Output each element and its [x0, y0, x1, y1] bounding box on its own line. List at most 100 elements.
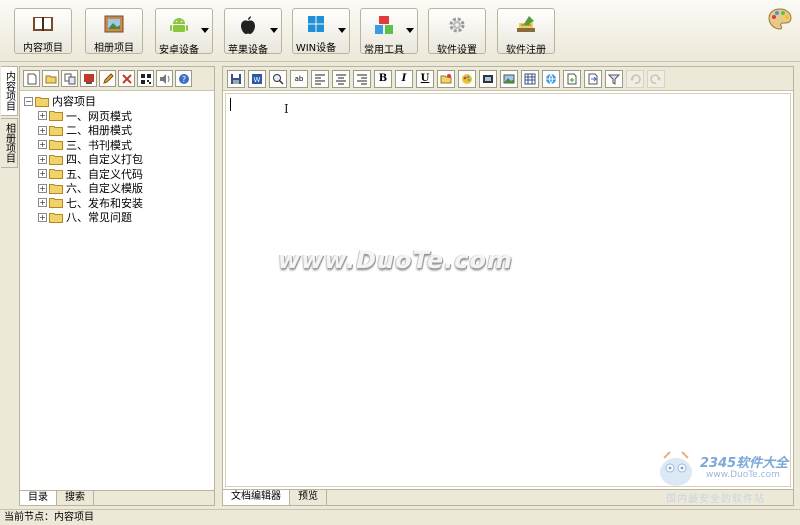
export-icon[interactable] [584, 69, 602, 88]
gear-icon [446, 15, 468, 35]
ibeam-cursor-icon: I [284, 102, 289, 116]
tab-directory[interactable]: 目录 [20, 491, 57, 505]
tree-item[interactable]: + 四、自定义打包 [24, 152, 210, 167]
editor-toolbar: W ab B I U [223, 67, 793, 91]
color-icon[interactable] [458, 69, 476, 88]
folder-icon [49, 169, 63, 180]
windows-icon [305, 15, 327, 33]
side-tab-album-project[interactable]: 相册项目 [1, 118, 18, 168]
folder-icon [49, 125, 63, 136]
sound-icon[interactable] [156, 70, 173, 87]
new-file-icon[interactable] [23, 70, 40, 87]
italic-button[interactable]: I [395, 69, 413, 88]
tree-root[interactable]: − 内容项目 [24, 94, 210, 109]
expand-icon[interactable]: + [38, 111, 47, 121]
common-tools-button[interactable]: 常用工具 [360, 8, 418, 56]
side-tab-content-project[interactable]: 内容项目 [1, 66, 18, 116]
tools-icon[interactable] [118, 70, 135, 87]
bold-button[interactable]: B [374, 69, 392, 88]
save-icon[interactable] [227, 69, 245, 88]
project-tree: − 内容项目 + 一、网页模式 + 二、相册模式 + 三、书刊模式 + 四、自定… [24, 94, 210, 225]
content-project-button[interactable]: 内容项目 [14, 8, 72, 54]
web-icon[interactable] [542, 69, 560, 88]
tree-item[interactable]: + 二、相册模式 [24, 123, 210, 138]
expand-icon[interactable]: + [38, 154, 47, 164]
expand-icon[interactable]: + [38, 198, 47, 208]
status-text: 当前节点：内容项目 [4, 512, 94, 523]
open-folder-icon[interactable] [42, 70, 59, 87]
register-icon [515, 15, 537, 35]
underline-button[interactable]: U [416, 69, 434, 88]
tree-item[interactable]: + 一、网页模式 [24, 109, 210, 124]
dropdown-arrow-icon[interactable] [270, 28, 278, 33]
align-left-icon[interactable] [311, 69, 329, 88]
svg-text:W: W [254, 76, 261, 84]
redo-icon[interactable] [647, 69, 665, 88]
expand-icon[interactable]: + [38, 125, 47, 135]
project-tree-panel: ? − 内容项目 + 一、网页模式 + 二、相册模式 + 三、书刊模式 + 四、… [19, 66, 215, 506]
software-register-button[interactable]: 软件注册 [497, 8, 555, 56]
tree-item[interactable]: + 五、自定义代码 [24, 167, 210, 182]
text-caret [230, 98, 231, 111]
word-doc-icon[interactable]: W [248, 69, 266, 88]
tab-preview[interactable]: 预览 [290, 490, 327, 505]
dropdown-arrow-icon[interactable] [201, 28, 209, 33]
filter-icon[interactable] [605, 69, 623, 88]
folder-icon [49, 140, 63, 151]
import-icon[interactable] [80, 70, 97, 87]
main-toolbar: 内容项目 相册项目 安卓设备 苹果设备 WIN设备 常用工具 软件设置 软件注册 [0, 0, 800, 62]
expand-icon[interactable]: + [38, 169, 47, 179]
mascot-icon [660, 451, 692, 486]
tab-search[interactable]: 搜索 [57, 491, 94, 505]
folder-icon [49, 183, 63, 194]
software-settings-button[interactable]: 软件设置 [428, 8, 486, 56]
logo-url: www.DuoTe.com [706, 470, 780, 480]
skin-palette-icon[interactable] [768, 8, 792, 30]
qr-code-icon[interactable] [137, 70, 154, 87]
image-icon[interactable] [500, 69, 518, 88]
undo-icon[interactable] [626, 69, 644, 88]
logo-slogan: 国内最安全的软件站 [666, 494, 765, 505]
tree-item[interactable]: + 六、自定义模版 [24, 181, 210, 196]
tab-document-editor[interactable]: 文档编辑器 [223, 490, 290, 505]
tree-item[interactable]: + 三、书刊模式 [24, 138, 210, 153]
dropdown-arrow-icon[interactable] [338, 28, 346, 33]
insert-file-icon[interactable] [563, 69, 581, 88]
align-right-icon[interactable] [353, 69, 371, 88]
document-editor-area[interactable]: I www.DuoTe.com [225, 93, 791, 487]
expand-icon[interactable]: + [38, 212, 47, 222]
android-device-button[interactable]: 安卓设备 [155, 8, 213, 56]
copy-icon[interactable] [61, 70, 78, 87]
document-editor-panel: W ab B I U I www.DuoTe.com 文档编辑器 预览 [222, 66, 794, 506]
book-icon [32, 15, 54, 33]
film-icon[interactable] [479, 69, 497, 88]
logo-brand: 2345软件大全 [700, 456, 789, 471]
tree-tab-strip: 目录 搜索 [20, 490, 214, 505]
help-icon[interactable]: ? [175, 70, 192, 87]
svg-text:?: ? [181, 75, 185, 84]
folder-icon [35, 96, 49, 107]
status-bar: 当前节点：内容项目 [0, 509, 800, 525]
win-device-button[interactable]: WIN设备 [292, 8, 350, 54]
insert-folder-icon[interactable] [437, 69, 455, 88]
tree-item-label: 八、常见问题 [66, 211, 132, 225]
blocks-icon [373, 15, 395, 35]
folder-icon [49, 154, 63, 165]
expand-icon[interactable]: + [38, 140, 47, 150]
spell-check-icon[interactable]: ab [290, 69, 308, 88]
find-icon[interactable] [269, 69, 287, 88]
apple-device-button[interactable]: 苹果设备 [224, 8, 282, 56]
album-project-button[interactable]: 相册项目 [85, 8, 143, 54]
tree-item[interactable]: + 八、常见问题 [24, 210, 210, 225]
collapse-icon[interactable]: − [24, 96, 33, 106]
edit-icon[interactable] [99, 70, 116, 87]
expand-icon[interactable]: + [38, 183, 47, 193]
align-center-icon[interactable] [332, 69, 350, 88]
photo-icon [103, 15, 125, 33]
table-icon[interactable] [521, 69, 539, 88]
side-tab-strip: 内容项目 相册项目 [0, 66, 18, 506]
tree-item[interactable]: + 七、发布和安装 [24, 196, 210, 211]
dropdown-arrow-icon[interactable] [406, 28, 414, 33]
tree-toolbar: ? [20, 67, 214, 91]
site-logo: 2345软件大全 www.DuoTe.com 国内最安全的软件站 [654, 450, 800, 506]
